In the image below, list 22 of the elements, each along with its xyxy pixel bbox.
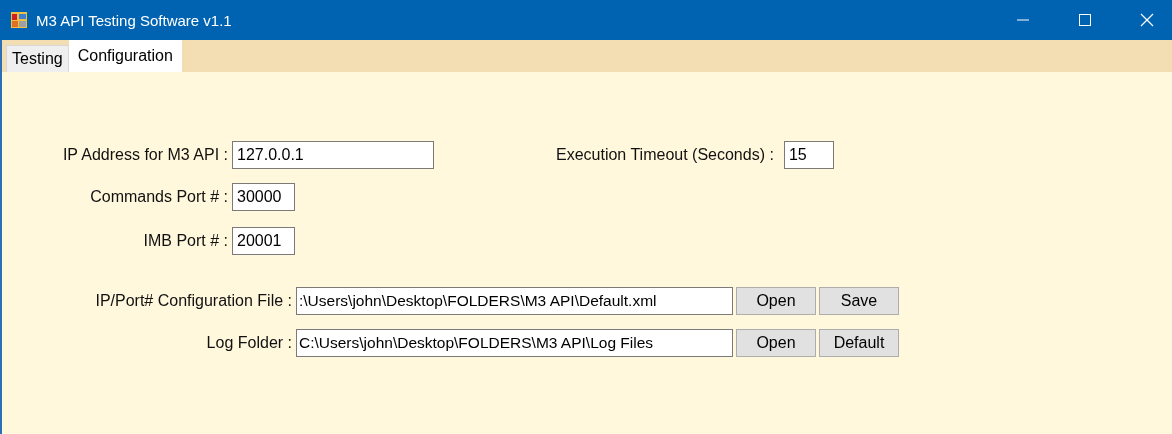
field-label: IP/Port# Configuration File :	[94, 292, 293, 310]
action-button[interactable]: Default	[819, 329, 899, 357]
close-icon[interactable]	[1140, 13, 1154, 27]
commands-port-field[interactable]: 30000	[232, 183, 295, 211]
tab[interactable]: Testing	[6, 45, 69, 72]
imb-port-field[interactable]: 20001	[232, 227, 295, 255]
field-label: Commands Port # :	[89, 188, 229, 206]
timeout-field[interactable]: 15	[783, 141, 834, 169]
maximize-icon[interactable]	[1078, 13, 1092, 27]
field-label: IP Address for M3 API :	[61, 146, 229, 164]
field-label: Execution Timeout (Seconds) :	[556, 146, 775, 164]
action-button[interactable]: Save	[819, 287, 899, 315]
field-label: IMB Port # :	[142, 232, 229, 250]
field-label: Log Folder :	[205, 334, 293, 352]
action-button[interactable]: Open	[736, 287, 816, 315]
window-title: M3 API Testing Software v1.1	[36, 11, 232, 29]
app-icon	[10, 11, 28, 29]
config-file-field[interactable]: :\Users\john\Desktop\FOLDERS\M3 API\Default.xml	[296, 287, 733, 315]
tab[interactable]: Configuration	[68, 40, 182, 72]
action-button[interactable]: Open	[736, 329, 816, 357]
log-folder-field[interactable]: C:\Users\john\Desktop\FOLDERS\M3 API\Log Files	[296, 329, 733, 357]
ip-address-field[interactable]: 127.0.0.1	[232, 141, 434, 169]
